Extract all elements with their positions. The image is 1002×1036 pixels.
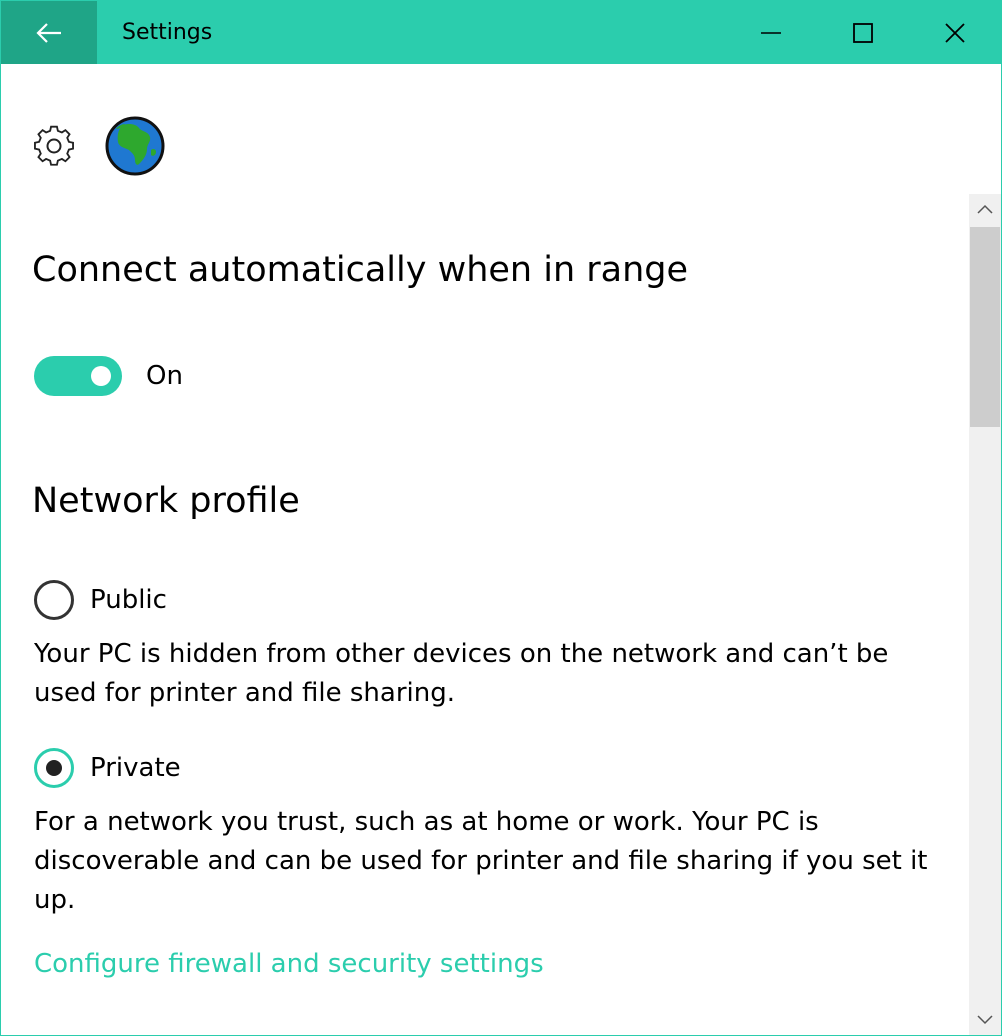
private-description: For a network you trust, such as at home…	[34, 807, 928, 915]
toggle-knob	[91, 366, 111, 386]
network-profile-heading: Network profile	[32, 481, 300, 521]
back-button[interactable]	[1, 1, 97, 64]
globe-icon	[105, 116, 165, 176]
scroll-up-button[interactable]	[969, 194, 1001, 224]
public-description: Your PC is hidden from other devices on …	[34, 639, 889, 708]
close-icon	[945, 22, 965, 43]
close-button[interactable]	[909, 1, 1001, 64]
radio-selected-dot	[46, 760, 62, 776]
auto-connect-heading: Connect automatically when in range	[32, 250, 689, 290]
back-arrow-icon	[36, 22, 61, 43]
vertical-scrollbar[interactable]	[969, 194, 1001, 1035]
public-radio[interactable]	[34, 580, 74, 620]
maximize-icon	[853, 22, 873, 43]
maximize-button[interactable]	[817, 1, 909, 64]
scroll-thumb[interactable]	[970, 227, 1000, 427]
public-radio-label[interactable]: Public	[90, 584, 167, 616]
minimize-button[interactable]	[725, 1, 817, 64]
settings-window: Settings Connect automatically when in r…	[0, 0, 1002, 1036]
firewall-settings-link[interactable]: Configure firewall and security settings	[34, 946, 544, 982]
auto-connect-toggle[interactable]	[34, 356, 122, 396]
scroll-down-button[interactable]	[969, 1005, 1001, 1035]
chevron-down-icon	[977, 1015, 993, 1025]
chevron-up-icon	[977, 204, 993, 214]
private-radio[interactable]	[34, 748, 74, 788]
minimize-icon	[761, 31, 781, 34]
private-radio-label[interactable]: Private	[90, 752, 181, 784]
gear-icon	[34, 125, 74, 166]
window-title: Settings	[122, 20, 213, 45]
toggle-state-label: On	[146, 361, 183, 391]
title-bar: Settings	[1, 1, 1001, 64]
